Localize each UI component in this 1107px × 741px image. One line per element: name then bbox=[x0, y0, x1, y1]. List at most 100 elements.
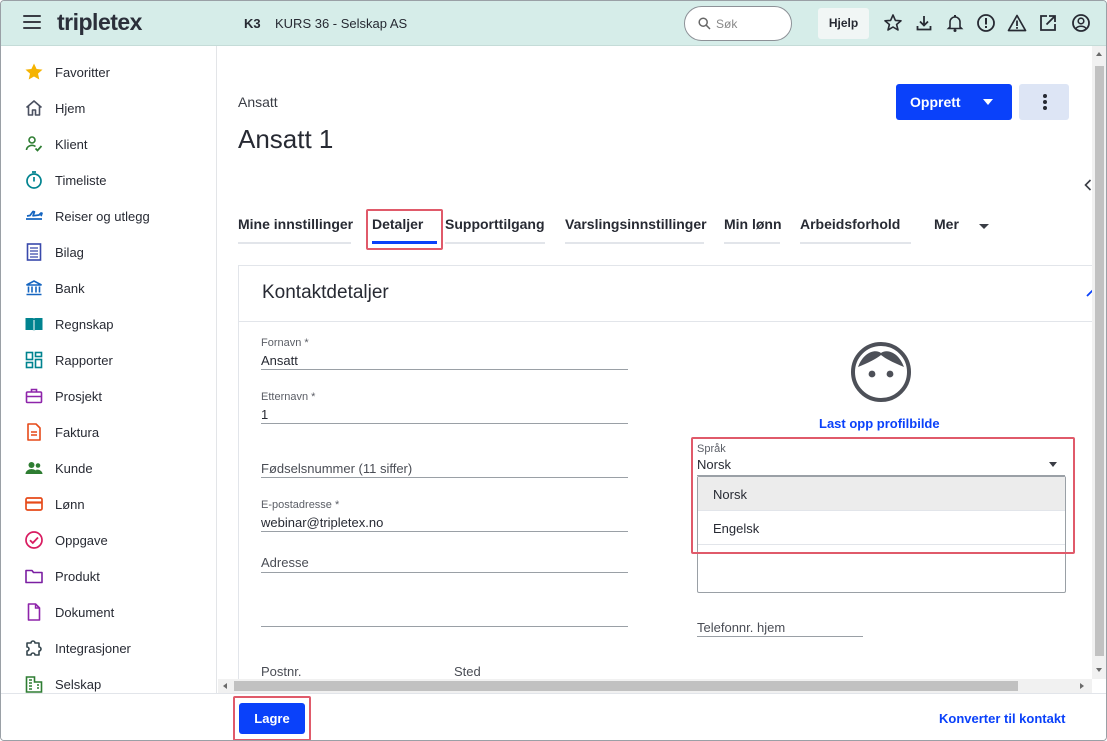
help-button[interactable]: Hjelp bbox=[818, 8, 869, 39]
tab-arbeidsforhold[interactable]: Arbeidsforhold bbox=[800, 216, 911, 244]
kebab-dot bbox=[1043, 106, 1047, 110]
scroll-left-icon[interactable] bbox=[223, 683, 227, 689]
sidebar-item-rapporter[interactable]: Rapporter bbox=[1, 342, 217, 378]
tab-supporttilgang[interactable]: Supporttilgang bbox=[445, 216, 545, 244]
task-check-icon bbox=[25, 531, 43, 549]
star-icon bbox=[25, 63, 43, 80]
sidebar-item-dokument[interactable]: Dokument bbox=[1, 594, 217, 630]
sidebar-item-klient[interactable]: Klient bbox=[1, 126, 217, 162]
external-link-icon[interactable] bbox=[1038, 13, 1058, 33]
vertical-scrollbar[interactable] bbox=[1092, 46, 1106, 679]
scroll-up-icon[interactable] bbox=[1096, 52, 1102, 56]
briefcase-icon bbox=[25, 388, 43, 404]
last-name-underline bbox=[261, 423, 628, 424]
sidebar-item-bilag[interactable]: Bilag bbox=[1, 234, 217, 270]
sidebar-item-favoritter[interactable]: Favoritter bbox=[1, 54, 217, 90]
chevron-down-icon[interactable] bbox=[979, 224, 989, 229]
sidebar-item-produkt[interactable]: Produkt bbox=[1, 558, 217, 594]
search-icon bbox=[698, 17, 711, 30]
sidebar-item-label: Favoritter bbox=[55, 65, 110, 80]
save-button[interactable]: Lagre bbox=[239, 703, 305, 734]
sidebar-item-integrasjoner[interactable]: Integrasjoner bbox=[1, 630, 217, 666]
sidebar-item-faktura[interactable]: Faktura bbox=[1, 414, 217, 450]
tab-mine-innstillinger[interactable]: Mine innstillinger bbox=[238, 216, 353, 244]
tab-detaljer[interactable]: Detaljer bbox=[372, 216, 437, 244]
language-option-engelsk[interactable]: Engelsk bbox=[698, 511, 1065, 545]
sidebar-item-label: Hjem bbox=[55, 101, 86, 116]
chevron-down-icon bbox=[983, 99, 993, 105]
sidebar-item-kunde[interactable]: Kunde bbox=[1, 450, 217, 486]
divider bbox=[239, 321, 1092, 322]
scroll-right-icon[interactable] bbox=[1080, 683, 1084, 689]
address-underline bbox=[261, 572, 628, 573]
scrollbar-thumb[interactable] bbox=[1095, 66, 1104, 656]
warning-icon[interactable] bbox=[1007, 13, 1027, 33]
chevron-up-icon[interactable] bbox=[1085, 288, 1092, 298]
more-actions-button[interactable] bbox=[1019, 84, 1069, 120]
sidebar-item-bank[interactable]: Bank bbox=[1, 270, 217, 306]
sidebar-item-label: Dokument bbox=[55, 605, 115, 620]
sidebar-item-hjem[interactable]: Hjem bbox=[1, 90, 217, 126]
puzzle-icon bbox=[26, 640, 42, 656]
card-title: Kontaktdetaljer bbox=[262, 282, 389, 303]
city-field[interactable]: Sted bbox=[454, 664, 481, 679]
email-underline bbox=[261, 531, 628, 532]
sidebar-item-oppgave[interactable]: Oppgave bbox=[1, 522, 217, 558]
sidebar-item-label: Timeliste bbox=[55, 173, 107, 188]
address-line-2-underline[interactable] bbox=[261, 626, 628, 627]
upload-profile-picture-link[interactable]: Last opp profilbilde bbox=[819, 416, 940, 431]
sidebar-item-prosjekt[interactable]: Prosjekt bbox=[1, 378, 217, 414]
home-phone-field[interactable]: Telefonnr. hjem bbox=[697, 620, 785, 635]
customers-icon bbox=[25, 462, 43, 474]
download-icon[interactable] bbox=[914, 13, 934, 33]
sidebar-item-label: Oppgave bbox=[55, 533, 108, 548]
first-name-label: Fornavn * bbox=[261, 337, 309, 349]
email-field[interactable]: webinar@tripletex.no bbox=[261, 515, 383, 530]
search-input[interactable]: Søk bbox=[684, 6, 792, 41]
postal-code-field[interactable]: Postnr. bbox=[261, 664, 301, 679]
language-select[interactable]: Norsk bbox=[697, 457, 731, 472]
address-field[interactable]: Adresse bbox=[261, 555, 309, 570]
bell-icon[interactable] bbox=[945, 13, 965, 33]
scroll-down-icon[interactable] bbox=[1096, 668, 1102, 672]
tab-mer[interactable]: Mer bbox=[934, 216, 994, 244]
star-outline-icon[interactable] bbox=[883, 13, 903, 33]
user-account-icon[interactable] bbox=[1071, 13, 1091, 33]
tab-min-lonn[interactable]: Min lønn bbox=[724, 216, 782, 244]
stopwatch-icon bbox=[26, 171, 42, 189]
dropdown-arrow-icon[interactable] bbox=[1049, 462, 1057, 467]
create-button[interactable]: Opprett bbox=[896, 84, 1012, 120]
home-icon bbox=[25, 100, 43, 116]
sidebar-item-timeliste[interactable]: Timeliste bbox=[1, 162, 217, 198]
email-label: E-postadresse * bbox=[261, 499, 340, 511]
last-name-field[interactable]: 1 bbox=[261, 407, 268, 422]
payroll-card-icon bbox=[25, 497, 43, 511]
sidebar-item-lonn[interactable]: Lønn bbox=[1, 486, 217, 522]
chevron-left-icon[interactable] bbox=[1084, 179, 1092, 191]
kebab-dot bbox=[1043, 100, 1047, 104]
sidebar-item-reiser-og-utlegg[interactable]: Reiser og utlegg bbox=[1, 198, 217, 234]
airplane-icon bbox=[26, 210, 43, 220]
app-window: tripletex K3 KURS 36 - Selskap AS Søk Hj… bbox=[0, 0, 1107, 741]
sidebar-item-label: Kunde bbox=[55, 461, 93, 476]
sidebar-item-regnskap[interactable]: Regnskap bbox=[1, 306, 217, 342]
menu-icon[interactable] bbox=[23, 15, 41, 29]
scrollbar-thumb[interactable] bbox=[234, 681, 1018, 691]
sidebar-item-label: Prosjekt bbox=[55, 389, 102, 404]
horizontal-scrollbar[interactable] bbox=[218, 679, 1092, 693]
sidebar-item-label: Produkt bbox=[55, 569, 100, 584]
company-name[interactable]: KURS 36 - Selskap AS bbox=[275, 16, 407, 31]
alert-circle-icon[interactable] bbox=[976, 13, 996, 33]
sidebar-item-label: Integrasjoner bbox=[55, 641, 131, 656]
first-name-field[interactable]: Ansatt bbox=[261, 353, 298, 368]
tripletex-logo[interactable]: tripletex bbox=[57, 9, 142, 36]
company-code: K3 bbox=[244, 16, 261, 31]
tab-varslingsinnstillinger[interactable]: Varslingsinnstillinger bbox=[565, 216, 707, 244]
last-name-label: Etternavn * bbox=[261, 391, 316, 403]
language-option-norsk[interactable]: Norsk bbox=[698, 477, 1065, 511]
profile-face-icon bbox=[851, 342, 911, 402]
convert-to-contact-link[interactable]: Konverter til kontakt bbox=[939, 711, 1065, 726]
breadcrumb[interactable]: Ansatt bbox=[238, 94, 278, 110]
client-icon bbox=[25, 136, 43, 152]
ssn-field[interactable]: Fødselsnummer (11 siffer) bbox=[261, 461, 412, 476]
